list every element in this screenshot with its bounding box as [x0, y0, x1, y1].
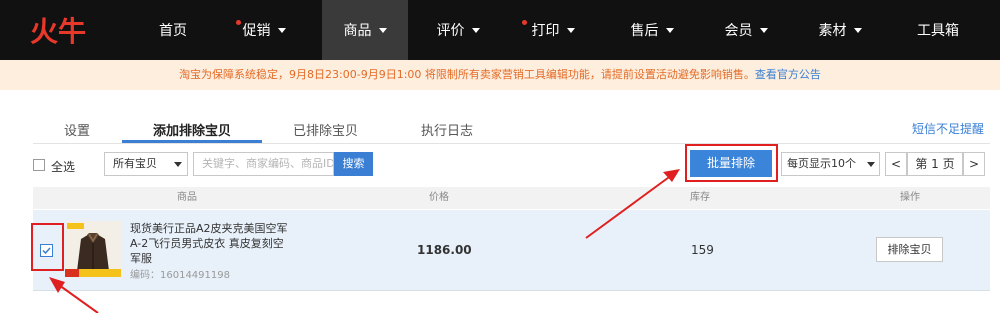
chevron-down-icon [759, 27, 768, 33]
chevron-down-icon [867, 162, 875, 167]
header-actions: 操作 [900, 192, 920, 203]
select-all-label: 全选 [51, 160, 76, 174]
tab-add-exclude[interactable]: 添加排除宝贝 [153, 120, 231, 139]
product-code: 编码：16014491198 [130, 270, 230, 281]
chevron-down-icon [665, 27, 674, 33]
tab-settings[interactable]: 设置 [64, 120, 90, 139]
page-indicator: 第 1 页 [907, 152, 963, 176]
nav-item-home[interactable]: 首页 [140, 0, 206, 60]
top-nav: 火牛 首页 促销 商品 评价 打印 售后 会员 素材 工具箱 [0, 0, 1000, 60]
product-price: 1186.00 [417, 243, 472, 257]
nav-item-label: 会员 [724, 23, 753, 39]
sms-reminder-link[interactable]: 短信不足提醒 [912, 120, 984, 137]
logo[interactable]: 火牛 [30, 14, 96, 46]
notice-link[interactable]: 查看官方公告 [755, 68, 821, 81]
row-divider [33, 290, 990, 291]
product-image [65, 221, 121, 277]
chevron-down-icon [566, 27, 575, 33]
select-all-checkbox[interactable] [33, 159, 45, 171]
nav-item-label: 首页 [159, 23, 187, 39]
nav-item-promotion[interactable]: 促销 [226, 0, 302, 60]
product-stock: 159 [691, 243, 714, 257]
product-thumbnail[interactable] [65, 221, 121, 277]
header-stock: 库存 [690, 192, 710, 203]
per-page-value: 每页显示10个 [787, 157, 856, 170]
next-page-button[interactable]: > [963, 152, 985, 176]
tab-log[interactable]: 执行日志 [421, 120, 473, 139]
prev-page-button[interactable]: < [885, 152, 907, 176]
checkmark-icon [42, 247, 51, 255]
table-header: 商品 价格 库存 操作 [33, 187, 990, 209]
nav-item-label: 评价 [436, 23, 465, 39]
nav-item-products[interactable]: 商品 [322, 0, 408, 60]
product-title[interactable]: 现货美行正品A2皮夹克美国空军A-2飞行员男式皮衣 真皮复刻空军服 [130, 221, 290, 266]
nav-item-members[interactable]: 会员 [708, 0, 784, 60]
nav-item-materials[interactable]: 素材 [802, 0, 878, 60]
notice-text: 淘宝为保障系统稳定，9月8日23:00-9月9日1:00 将限制所有卖家营销工具… [179, 68, 755, 81]
nav-item-label: 售后 [630, 23, 659, 39]
nav-item-aftersale[interactable]: 售后 [614, 0, 690, 60]
nav-item-reviews[interactable]: 评价 [420, 0, 496, 60]
row-checkbox[interactable] [40, 244, 53, 257]
nav-item-label: 工具箱 [917, 23, 959, 39]
chevron-down-icon [277, 27, 286, 33]
search-input[interactable]: 关键字、商家编码、商品ID [193, 152, 334, 176]
header-price: 价格 [429, 192, 449, 203]
chevron-down-icon [853, 27, 862, 33]
svg-text:火牛: 火牛 [30, 15, 86, 46]
tab-divider [33, 143, 990, 144]
nav-item-label: 打印 [531, 23, 560, 39]
nav-item-label: 素材 [818, 23, 847, 39]
nav-item-label: 促销 [242, 23, 271, 39]
header-product: 商品 [177, 192, 197, 203]
notice-bar: 淘宝为保障系统稳定，9月8日23:00-9月9日1:00 将限制所有卖家营销工具… [0, 60, 1000, 90]
search-button[interactable]: 搜索 [334, 152, 373, 176]
nav-item-toolbox[interactable]: 工具箱 [905, 0, 971, 60]
nav-item-label: 商品 [343, 23, 372, 39]
filter-select-value: 所有宝贝 [113, 157, 157, 170]
nav-item-print[interactable]: 打印 [515, 0, 591, 60]
per-page-select[interactable]: 每页显示10个 [781, 152, 880, 176]
filter-select[interactable]: 所有宝贝 [104, 152, 188, 176]
chevron-down-icon [378, 27, 387, 33]
notification-dot [522, 20, 527, 25]
exclude-item-button[interactable]: 排除宝贝 [876, 237, 943, 262]
chevron-down-icon [174, 162, 182, 167]
notification-dot [236, 20, 241, 25]
batch-exclude-button[interactable]: 批量排除 [690, 150, 772, 177]
tab-excluded[interactable]: 已排除宝贝 [293, 120, 358, 139]
chevron-down-icon [471, 27, 480, 33]
